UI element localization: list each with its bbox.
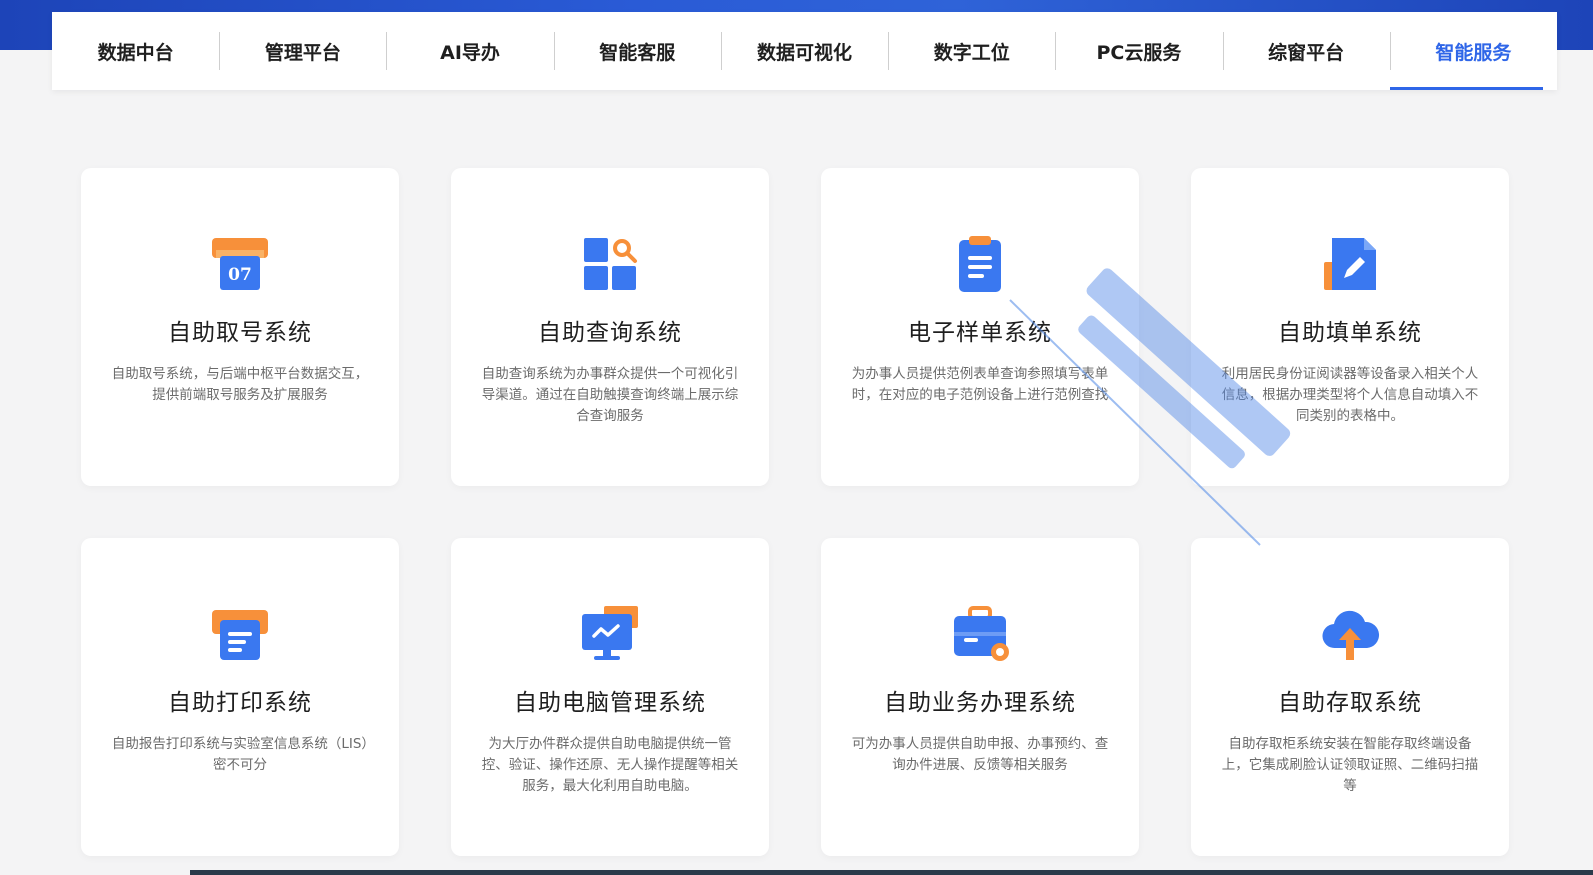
card-description: 可为办事人员提供自助申报、办事预约、查询办件进展、反馈等相关服务 <box>851 736 1109 773</box>
card-title: 自助查询系统 <box>538 320 682 346</box>
monitor-icon <box>582 606 638 660</box>
card-description: 自助报告打印系统与实验室信息系统（LIS）密不可分 <box>111 736 369 773</box>
clipboard-icon <box>959 236 1001 292</box>
card-title: 自助电脑管理系统 <box>514 690 706 716</box>
card-self-form-fill-system[interactable]: 自助填单系统 利用居民身份证阅读器等设备录入相关个人信息，根据办理类型将个人信息… <box>1191 168 1509 486</box>
card-title: 自助取号系统 <box>168 320 312 346</box>
card-description: 利用居民身份证阅读器等设备录入相关个人信息，根据办理类型将个人信息自动填入不同类… <box>1221 366 1479 424</box>
card-title: 自助存取系统 <box>1278 690 1422 716</box>
card-description: 为办事人员提供范例表单查询参照填写表单时，在对应的电子范例设备上进行范例查找 <box>851 366 1109 403</box>
tab-management-platform[interactable]: 管理平台 <box>219 12 386 90</box>
card-title: 自助业务办理系统 <box>884 690 1076 716</box>
tab-smart-service[interactable]: 智能服务 <box>1389 12 1557 90</box>
card-description: 自助查询系统为办事群众提供一个可视化引导渠道。通过在自助触摸查询终端上展示综合查… <box>481 366 739 424</box>
bottom-bar <box>190 870 1593 875</box>
tab-integrated-window-platform[interactable]: 综窗平台 <box>1222 12 1390 90</box>
card-e-sample-form-system[interactable]: 电子样单系统 为办事人员提供范例表单查询参照填写表单时，在对应的电子范例设备上进… <box>821 168 1139 486</box>
tab-digital-workstation[interactable]: 数字工位 <box>888 12 1055 90</box>
printer-icon <box>212 610 268 660</box>
toolbox-gear-icon <box>954 606 1009 661</box>
card-self-print-system[interactable]: 自助打印系统 自助报告打印系统与实验室信息系统（LIS）密不可分 <box>81 538 399 856</box>
card-self-storage-system[interactable]: 自助存取系统 自助存取柜系统安装在智能存取终端设备上，它集成刷脸认证领取证照、二… <box>1191 538 1509 856</box>
tab-pc-cloud-service[interactable]: PC云服务 <box>1055 12 1222 90</box>
card-description: 为大厅办件群众提供自助电脑提供统一管控、验证、操作还原、无人操作提醒等相关服务，… <box>481 736 739 794</box>
tab-ai-guide[interactable]: AI导办 <box>386 12 553 90</box>
calendar-ticket-icon: 07 <box>212 238 268 290</box>
tab-data-visualization[interactable]: 数据可视化 <box>720 12 888 90</box>
product-tab-bar: 数据中台 管理平台 AI导办 智能客服 数据可视化 数字工位 PC云服务 综窗平… <box>52 12 1557 90</box>
card-title: 自助打印系统 <box>168 690 312 716</box>
cloud-upload-icon <box>1322 610 1380 660</box>
tab-smart-customer-service[interactable]: 智能客服 <box>553 12 721 90</box>
card-self-ticket-system[interactable]: 07 自助取号系统 自助取号系统，与后端中枢平台数据交互，提供前端取号服务及扩展… <box>81 168 399 486</box>
card-description: 自助取号系统，与后端中枢平台数据交互，提供前端取号服务及扩展服务 <box>111 366 369 403</box>
card-self-pc-management-system[interactable]: 自助电脑管理系统 为大厅办件群众提供自助电脑提供统一管控、验证、操作还原、无人操… <box>451 538 769 856</box>
document-edit-icon <box>1324 238 1376 290</box>
svg-text:07: 07 <box>228 265 252 285</box>
tab-data-platform[interactable]: 数据中台 <box>52 12 219 90</box>
card-title: 自助填单系统 <box>1278 320 1422 346</box>
grid-search-icon <box>584 238 637 290</box>
card-self-business-system[interactable]: 自助业务办理系统 可为办事人员提供自助申报、办事预约、查询办件进展、反馈等相关服… <box>821 538 1139 856</box>
card-description: 自助存取柜系统安装在智能存取终端设备上，它集成刷脸认证领取证照、二维码扫描等 <box>1221 736 1479 794</box>
card-title: 电子样单系统 <box>908 320 1052 346</box>
card-self-query-system[interactable]: 自助查询系统 自助查询系统为办事群众提供一个可视化引导渠道。通过在自助触摸查询终… <box>451 168 769 486</box>
